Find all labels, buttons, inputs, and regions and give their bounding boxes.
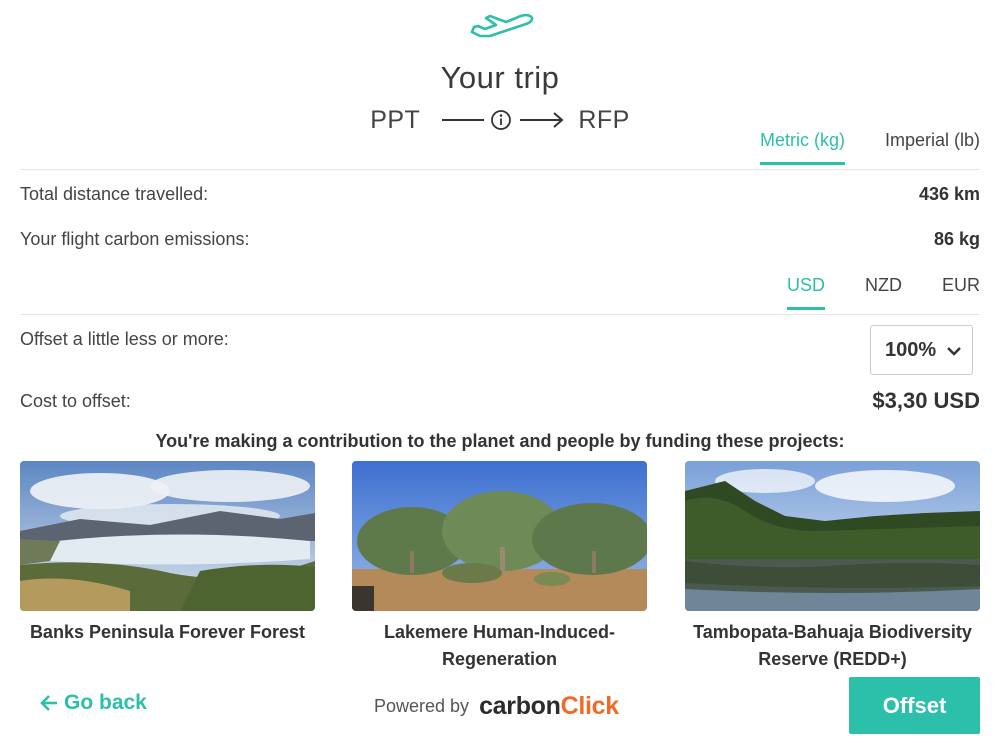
cost-value: $3,30 USD bbox=[872, 388, 980, 413]
destination-code: RFP bbox=[578, 105, 630, 134]
carbonclick-logo: carbon Click bbox=[479, 692, 619, 720]
origin-code: PPT bbox=[370, 105, 421, 134]
project-card[interactable]: Banks Peninsula Forever Forest bbox=[20, 461, 315, 646]
tab-metric[interactable]: Metric (kg) bbox=[759, 130, 845, 165]
divider bbox=[20, 169, 980, 170]
currency-tabs: USD NZD EUR bbox=[786, 275, 980, 310]
distance-value: 436 km bbox=[918, 184, 980, 204]
project-image-lakemere bbox=[352, 461, 647, 611]
offset-percent-value: 100% bbox=[885, 338, 937, 361]
airplane-icon bbox=[470, 13, 534, 38]
offset-percent-select[interactable]: 100% bbox=[870, 325, 973, 375]
distance-label: Total distance travelled: bbox=[20, 184, 209, 204]
offset-button[interactable]: Offset bbox=[849, 677, 980, 734]
tab-usd[interactable]: USD bbox=[786, 275, 825, 310]
project-name: Lakemere Human-Induced-Regeneration bbox=[383, 622, 616, 669]
chevron-down-icon bbox=[947, 347, 961, 356]
divider bbox=[20, 314, 980, 315]
go-back-label: Go back bbox=[64, 691, 147, 714]
tab-imperial[interactable]: Imperial (lb) bbox=[885, 130, 980, 165]
project-name: Tambopata-Bahuaja Biodiversity Reserve (… bbox=[693, 622, 972, 669]
info-circle-icon[interactable] bbox=[491, 110, 512, 130]
page-title: Your trip bbox=[440, 60, 560, 95]
tab-nzd[interactable]: NZD bbox=[865, 275, 902, 310]
route-arrow bbox=[442, 110, 564, 130]
go-back-button[interactable]: Go back bbox=[40, 691, 147, 715]
units-tabs: Metric (kg) Imperial (lb) bbox=[759, 130, 980, 165]
project-card[interactable]: Tambopata-Bahuaja Biodiversity Reserve (… bbox=[685, 461, 980, 673]
powered-by-label: Powered by bbox=[374, 696, 470, 716]
arrow-left-icon bbox=[40, 695, 57, 711]
powered-by: Powered by carbon Click bbox=[374, 692, 619, 721]
project-name: Banks Peninsula Forever Forest bbox=[29, 622, 306, 642]
contribution-text: You're making a contribution to the plan… bbox=[155, 431, 845, 451]
cost-label: Cost to offset: bbox=[20, 391, 131, 411]
project-image-banks-peninsula bbox=[20, 461, 315, 611]
emissions-label: Your flight carbon emissions: bbox=[20, 229, 250, 249]
emissions-value: 86 kg bbox=[933, 229, 980, 249]
project-card[interactable]: Lakemere Human-Induced-Regeneration bbox=[352, 461, 647, 673]
project-image-tambopata bbox=[685, 461, 980, 611]
offset-label: Offset a little less or more: bbox=[20, 329, 229, 349]
tab-eur[interactable]: EUR bbox=[942, 275, 980, 310]
